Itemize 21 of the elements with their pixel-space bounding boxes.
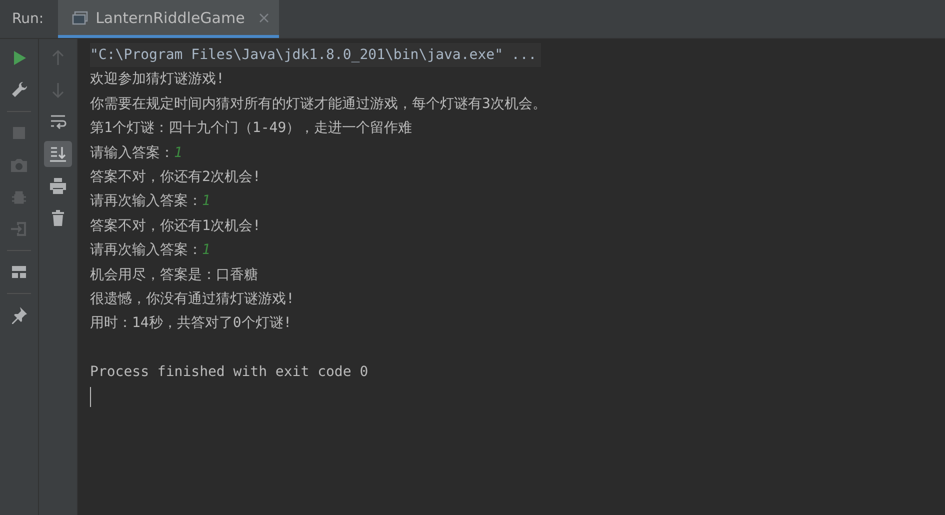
close-icon[interactable] xyxy=(258,12,269,22)
console-line: 很遗憾，你没有通过猜灯谜游戏! xyxy=(90,290,296,309)
input-prompt: 请再次输入答案： xyxy=(90,193,202,210)
text-cursor xyxy=(90,386,91,407)
typed-answer-text: 1 xyxy=(202,242,210,258)
console-line: 欢迎参加猜灯谜游戏! xyxy=(90,70,226,90)
console-window-icon xyxy=(72,10,88,24)
console-line: 答案不对，你还有1次机会! xyxy=(90,216,262,236)
typed-answer-text: 1 xyxy=(202,193,210,210)
input-prompt: 请输入答案： xyxy=(90,144,174,161)
console-line: 答案不对，你还有2次机会! xyxy=(90,168,262,187)
input-prompt: 请再次输入答案： xyxy=(90,242,202,258)
console-tab[interactable]: LanternRiddleGame xyxy=(58,0,279,38)
console-line: Process finished with exit code 0 xyxy=(90,363,370,382)
console-line: 你需要在规定时间内猜对所有的灯谜才能通过游戏，每个灯谜有3次机会。 xyxy=(90,94,548,114)
console-line: 第1个灯谜：四十九个门（1-49），走进一个留作难 xyxy=(90,119,414,138)
console-line: 机会用尽，答案是：口香糖 xyxy=(90,266,259,285)
panel-label: Run: xyxy=(11,10,45,29)
scroll-to-end-icon[interactable] xyxy=(44,141,72,167)
console-line: 用时：14秒，共答对了0个灯谜! xyxy=(90,314,293,334)
typed-answer-text: 1 xyxy=(174,144,182,161)
